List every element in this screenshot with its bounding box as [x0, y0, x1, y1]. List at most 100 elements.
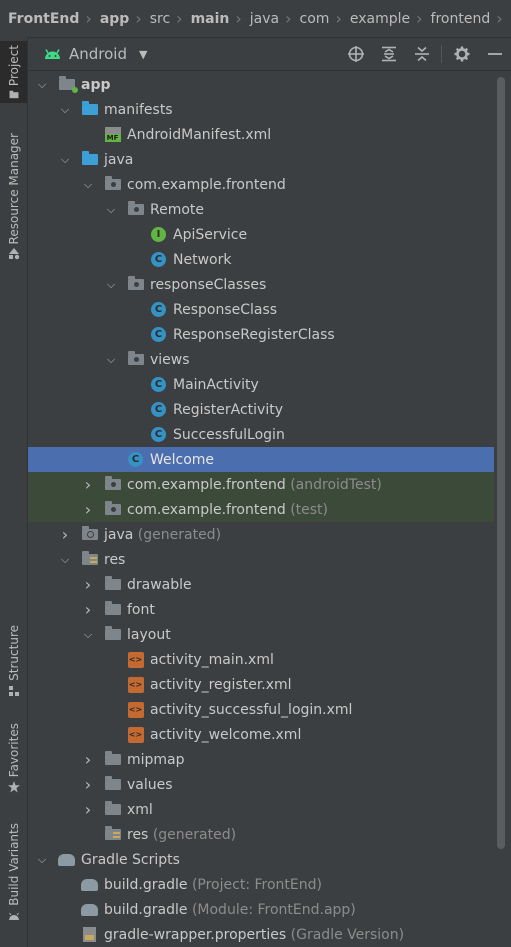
tree-row[interactable]: <> activity_welcome.xml	[28, 722, 494, 747]
tree-row[interactable]: ⌵ Remote	[28, 197, 494, 222]
breadcrumb-java[interactable]: java	[242, 11, 285, 27]
chevron-right-icon[interactable]: ›	[82, 476, 94, 492]
chevron-down-icon[interactable]: ⌵	[105, 353, 117, 366]
project-tool-button[interactable]: Project	[0, 41, 27, 103]
tree-row[interactable]: › mipmap	[28, 747, 494, 772]
tree-row[interactable]: gradle-wrapper.properties (Gradle Versio…	[28, 922, 494, 947]
tree-row[interactable]: build.gradle (Project: FrontEnd)	[28, 872, 494, 897]
tree-row[interactable]: › java (generated)	[28, 522, 494, 547]
chevron-right-icon[interactable]: ›	[59, 526, 71, 542]
tree-row[interactable]: MF AndroidManifest.xml	[28, 122, 494, 147]
tree-row[interactable]: ⌵ Gradle Scripts	[28, 847, 494, 872]
chevron-down-icon[interactable]: ⌵	[59, 553, 71, 566]
chevron-down-icon[interactable]: ⌵	[36, 853, 48, 866]
tree-item-name: layout	[127, 626, 171, 643]
tree-row-label: Remote	[150, 202, 204, 218]
tree-item-name: com.example.frontend	[127, 501, 286, 518]
favorites-tool-button[interactable]: Favorites	[0, 723, 27, 803]
tree-row-label: layout	[127, 627, 171, 643]
chevron-down-icon[interactable]: ⌵	[36, 78, 48, 91]
tree-item-name: Welcome	[150, 451, 215, 468]
class-icon: C	[150, 301, 167, 318]
collapse-all-button[interactable]	[405, 40, 438, 68]
chevron-down-icon[interactable]: ⌵	[105, 203, 117, 216]
breadcrumb-src[interactable]: src	[142, 11, 176, 27]
tree-row[interactable]: ⌵ java	[28, 147, 494, 172]
tree-row[interactable]: ⌵ app	[28, 72, 494, 97]
package-icon	[127, 351, 144, 368]
tree-row[interactable]: ⌵ views	[28, 347, 494, 372]
chevron-right-icon[interactable]: ›	[82, 801, 94, 817]
chevron-right-icon[interactable]: ›	[82, 751, 94, 767]
tree-row-label: com.example.frontend	[127, 177, 286, 193]
chevron-right-icon[interactable]: ›	[82, 601, 94, 617]
generated-folder-icon	[81, 526, 98, 543]
chevron-down-icon[interactable]: ⌵	[82, 628, 94, 641]
tree-row[interactable]: › com.example.frontend (androidTest)	[28, 472, 494, 497]
tree-row[interactable]: <> activity_successful_login.xml	[28, 697, 494, 722]
tree-row-label: Network	[173, 252, 231, 268]
tree-row[interactable]: C SuccessfulLogin	[28, 422, 494, 447]
tree-row-label: activity_main.xml	[150, 652, 274, 668]
tree-item-name: build.gradle	[104, 876, 188, 893]
structure-tool-button[interactable]: Structure	[0, 625, 27, 701]
tree-row[interactable]: › com.example.frontend (test)	[28, 497, 494, 522]
breadcrumb-frontend[interactable]: frontend	[423, 11, 497, 27]
tree-item-name: java	[104, 151, 134, 168]
tree-row[interactable]: ⌵ com.example.frontend	[28, 172, 494, 197]
package-icon	[104, 501, 121, 518]
tree-row[interactable]: ⌵ manifests	[28, 97, 494, 122]
tree-row[interactable]: C ResponseClass	[28, 297, 494, 322]
tree-row[interactable]: ⌵ res	[28, 547, 494, 572]
tree-row[interactable]: › values	[28, 772, 494, 797]
tree-row-label: java	[104, 152, 133, 168]
settings-button[interactable]	[445, 40, 478, 68]
folder-icon	[104, 601, 121, 618]
breadcrumb-main[interactable]: main	[183, 11, 236, 27]
chevron-right-icon[interactable]: ›	[82, 576, 94, 592]
tree-scrollbar[interactable]	[494, 71, 508, 947]
tree-row[interactable]: C MainActivity	[28, 372, 494, 397]
tree-row[interactable]: › drawable	[28, 572, 494, 597]
tree-item-name: SuccessfulLogin	[173, 426, 285, 443]
tree-item-name: responseClasses	[150, 276, 267, 293]
tree-row[interactable]: C RegisterActivity	[28, 397, 494, 422]
tree-row[interactable]: › font	[28, 597, 494, 622]
tree-row[interactable]: › xml	[28, 797, 494, 822]
tree-item-suffix: (androidTest)	[290, 476, 382, 493]
chevron-down-icon[interactable]: ⌵	[105, 278, 117, 291]
project-tool-label: Project	[6, 45, 21, 87]
chevron-down-icon[interactable]: ⌵	[59, 103, 71, 116]
tree-row[interactable]: build.gradle (Module: FrontEnd.app)	[28, 897, 494, 922]
tree-row[interactable]: C Network	[28, 247, 494, 272]
manifest-file-icon: MF	[104, 126, 121, 143]
view-mode-dropdown[interactable]: Android ▼	[28, 45, 147, 63]
tree-row[interactable]: <> activity_main.xml	[28, 647, 494, 672]
tree-item-name: ApiService	[173, 226, 248, 243]
build-variants-tool-button[interactable]: Build Variants	[0, 823, 27, 927]
tree-row[interactable]: res (generated)	[28, 822, 494, 847]
expand-all-button[interactable]	[372, 40, 405, 68]
locate-file-button[interactable]	[339, 40, 372, 68]
hide-panel-button[interactable]	[478, 40, 511, 68]
chevron-down-icon[interactable]: ⌵	[59, 153, 71, 166]
breadcrumb-project[interactable]: FrontEnd	[0, 11, 85, 27]
breadcrumb-example[interactable]: example	[342, 11, 416, 27]
tree-row-label: build.gradle (Project: FrontEnd)	[104, 877, 322, 893]
tree-row[interactable]: C Welcome	[28, 447, 494, 472]
breadcrumb-module[interactable]: app	[92, 11, 136, 27]
resource-manager-tool-button[interactable]: Resource Manager	[0, 133, 27, 273]
tree-row[interactable]: ⌵ layout	[28, 622, 494, 647]
gradle-icon	[81, 901, 98, 918]
scrollbar-thumb[interactable]	[497, 77, 505, 849]
chevron-down-icon[interactable]: ⌵	[82, 178, 94, 191]
tree-row-label: activity_welcome.xml	[150, 727, 301, 743]
tree-row[interactable]: ⌵ responseClasses	[28, 272, 494, 297]
breadcrumb-com[interactable]: com	[292, 11, 336, 27]
tree-row[interactable]: <> activity_register.xml	[28, 672, 494, 697]
chevron-right-icon[interactable]: ›	[82, 776, 94, 792]
tree-row[interactable]: I ApiService	[28, 222, 494, 247]
chevron-right-icon[interactable]: ›	[82, 501, 94, 517]
tree-row[interactable]: C ResponseRegisterClass	[28, 322, 494, 347]
class-icon: C	[150, 401, 167, 418]
